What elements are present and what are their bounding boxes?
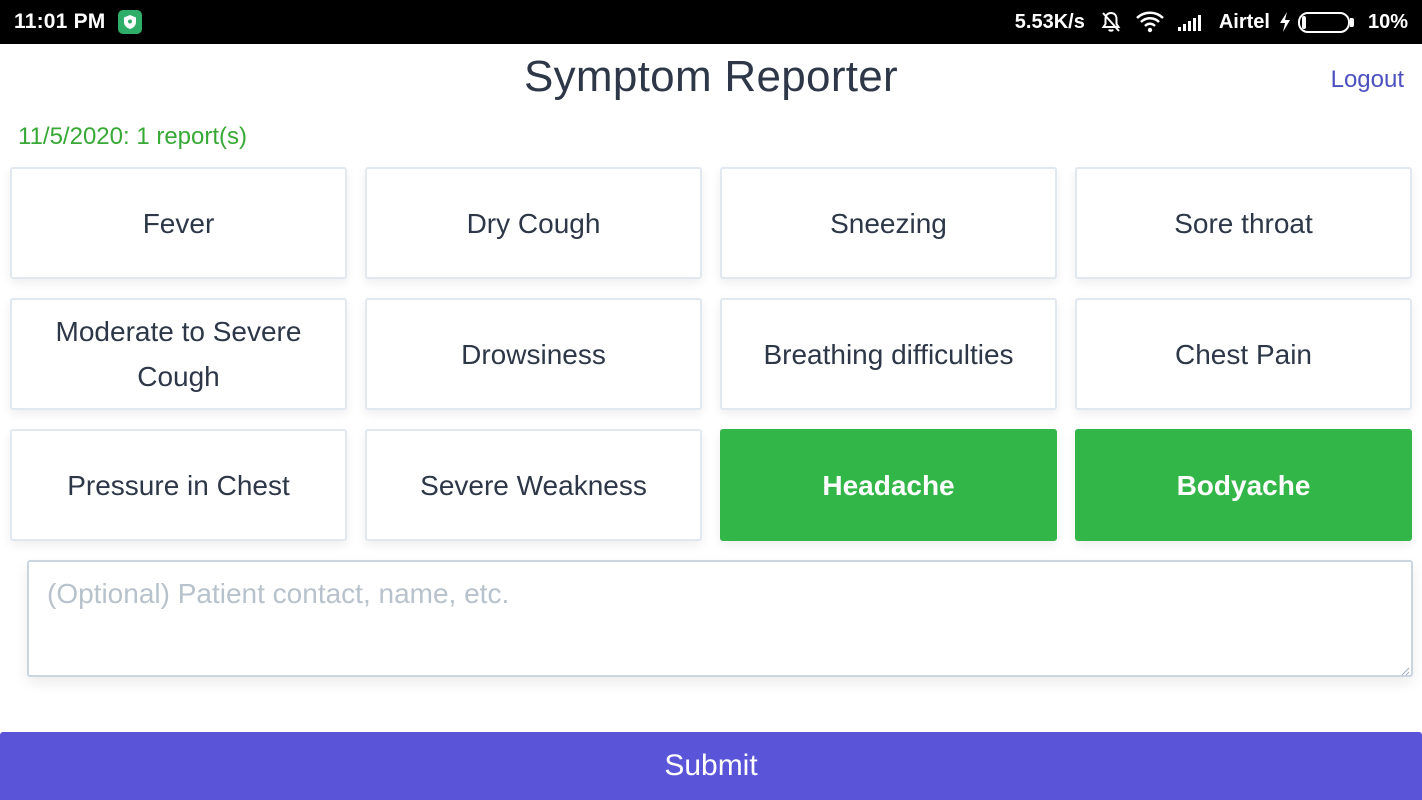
patient-notes-input[interactable] — [27, 560, 1413, 677]
symptom-button-sneezing[interactable]: Sneezing — [720, 167, 1057, 279]
symptom-button-moderate-to-severe-cough[interactable]: Moderate to Severe Cough — [10, 298, 347, 410]
report-summary: 11/5/2020: 1 report(s) — [18, 123, 248, 150]
battery-tip — [1349, 17, 1354, 27]
notifications-muted-icon — [1099, 10, 1123, 34]
network-speed: 5.53K/s — [1014, 10, 1085, 33]
symptom-grid: Fever Dry Cough Sneezing Sore throat Mod… — [10, 167, 1412, 541]
symptom-button-fever[interactable]: Fever — [10, 167, 347, 279]
battery-percent: 10% — [1367, 10, 1408, 33]
logout-link[interactable]: Logout — [1331, 66, 1404, 94]
symptom-button-drowsiness[interactable]: Drowsiness — [365, 298, 702, 410]
symptom-button-pressure-in-chest[interactable]: Pressure in Chest — [10, 429, 347, 541]
status-bar-left: 11:01 PM — [14, 10, 142, 34]
battery-fill — [1301, 15, 1307, 29]
vpn-shield-icon — [117, 10, 142, 34]
resize-handle-icon[interactable] — [1400, 663, 1410, 676]
charging-icon — [1278, 11, 1292, 33]
symptom-button-breathing-difficulties[interactable]: Breathing difficulties — [720, 298, 1057, 410]
battery-body — [1297, 11, 1350, 33]
battery-icon — [1294, 11, 1354, 33]
status-bar-right: 5.53K/s Airtel 10% — [1015, 10, 1408, 34]
carrier-name: Airtel — [1218, 10, 1270, 33]
symptom-button-bodyache[interactable]: Bodyache — [1075, 429, 1412, 541]
symptom-button-headache[interactable]: Headache — [720, 429, 1057, 541]
page-title: Symptom Reporter — [523, 52, 899, 101]
status-bar: 11:01 PM 5.53K/s Airtel 10% — [0, 0, 1422, 44]
symptom-button-chest-pain[interactable]: Chest Pain — [1075, 298, 1412, 410]
signal-icon — [1177, 12, 1207, 32]
status-time: 11:01 PM — [14, 10, 106, 33]
submit-button[interactable]: Submit — [0, 732, 1422, 800]
symptom-button-dry-cough[interactable]: Dry Cough — [365, 167, 702, 279]
wifi-icon — [1135, 11, 1165, 33]
symptom-button-sore-throat[interactable]: Sore throat — [1075, 167, 1412, 279]
symptom-button-severe-weakness[interactable]: Severe Weakness — [365, 429, 702, 541]
